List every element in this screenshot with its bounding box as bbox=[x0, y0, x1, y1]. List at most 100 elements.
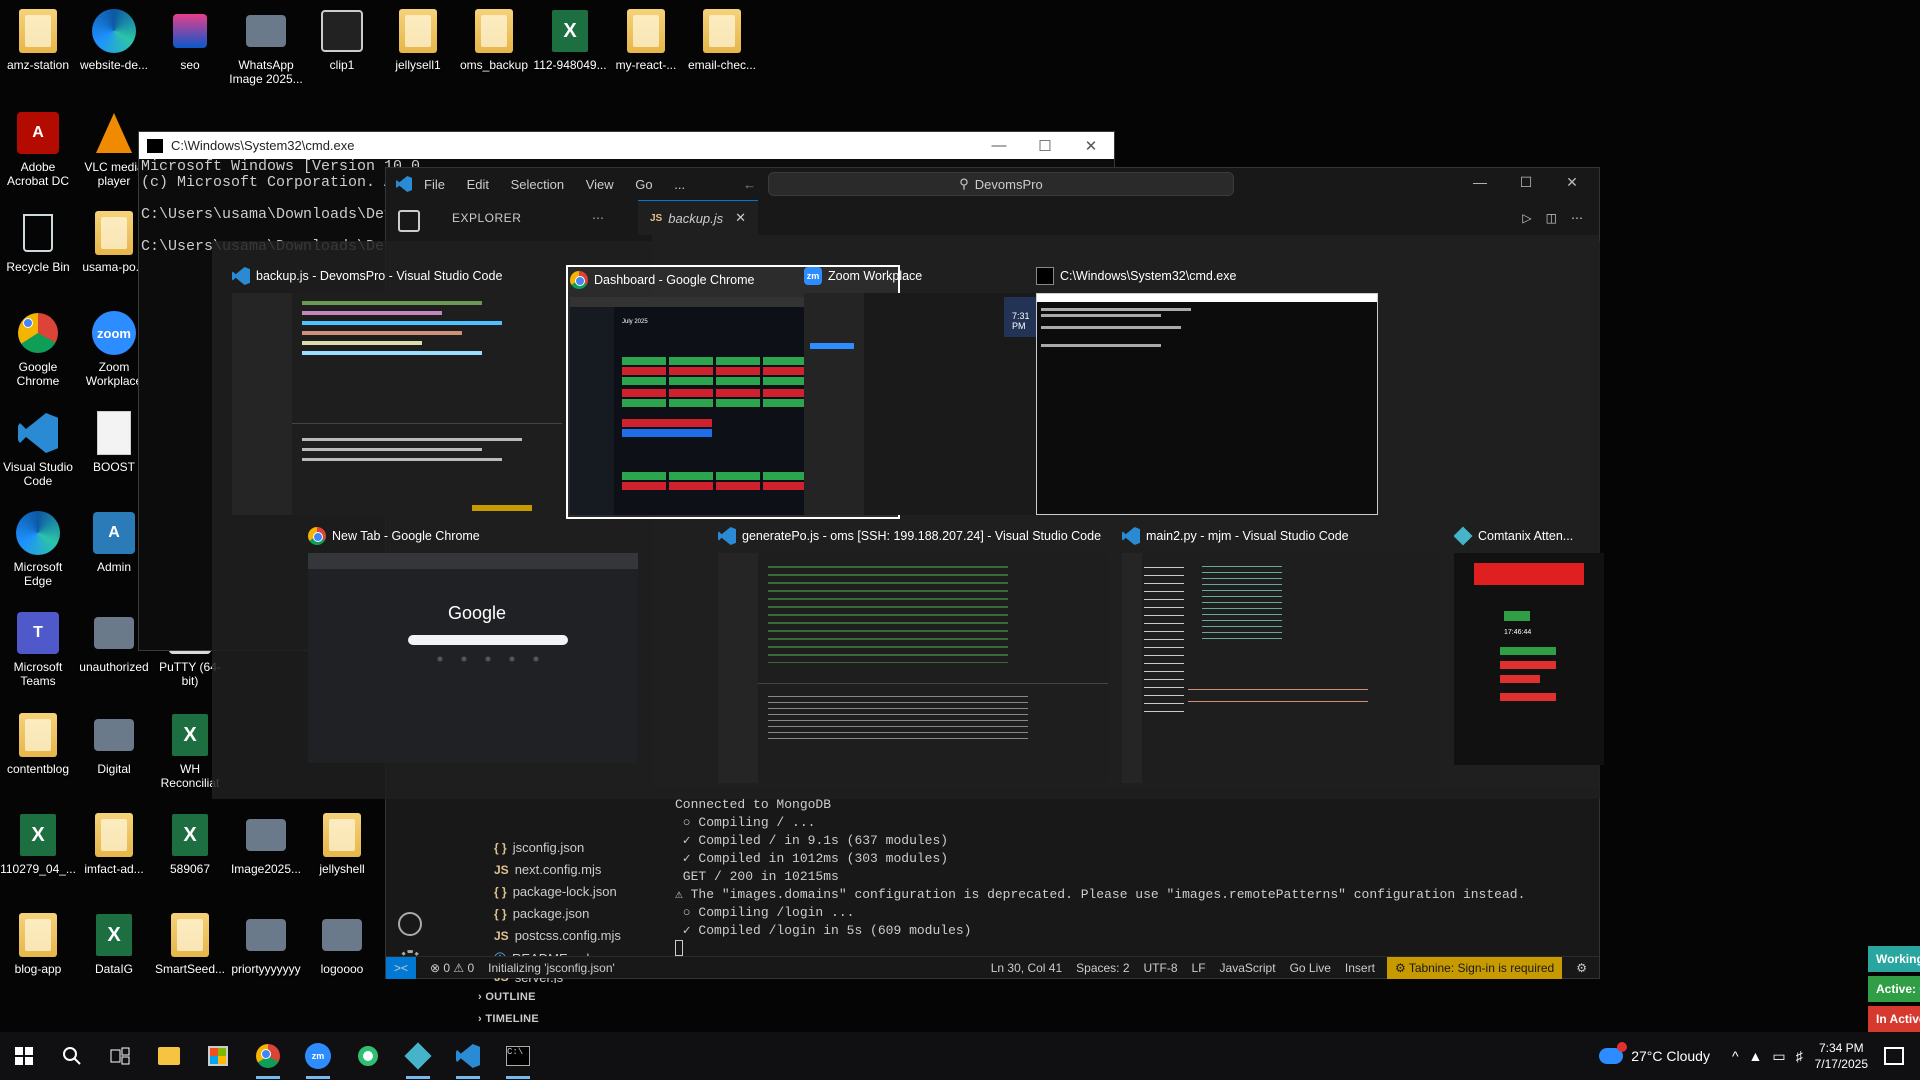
explorer-more-icon[interactable]: ⋯ bbox=[592, 211, 604, 225]
desktop-icon[interactable]: Digital bbox=[76, 712, 152, 776]
task-window[interactable]: backup.js - DevomsPro - Visual Studio Co… bbox=[232, 265, 562, 515]
menu-file[interactable]: File bbox=[424, 177, 445, 192]
command-center-search[interactable]: ⚲ DevomsPro bbox=[768, 172, 1234, 196]
file-item[interactable]: { } package-lock.json bbox=[494, 884, 617, 899]
desktop-icon[interactable]: WhatsApp Image 2025... bbox=[228, 8, 304, 86]
chevron-up-icon[interactable]: ^ bbox=[1732, 1048, 1739, 1064]
desktop-icon[interactable]: seo bbox=[152, 8, 228, 72]
language-mode[interactable]: JavaScript bbox=[1220, 961, 1276, 975]
weather-text[interactable]: 27°C Cloudy bbox=[1631, 1048, 1710, 1064]
task-window[interactable]: Comtanix Atten... 17:46:44 bbox=[1454, 525, 1604, 765]
account-icon[interactable] bbox=[398, 912, 422, 936]
start-icon[interactable] bbox=[8, 1040, 40, 1072]
app-icon[interactable] bbox=[402, 1040, 434, 1079]
run-icon[interactable]: ▷ bbox=[1522, 211, 1531, 225]
task-window[interactable]: main2.py - mjm - Visual Studio Code bbox=[1122, 525, 1440, 783]
menu-edit[interactable]: Edit bbox=[467, 177, 489, 192]
maximize-button[interactable]: ☐ bbox=[1022, 137, 1068, 155]
minimize-button[interactable]: — bbox=[1457, 174, 1503, 191]
desktop-icon[interactable]: Image2025... bbox=[228, 812, 304, 876]
back-arrow-icon[interactable]: ← bbox=[743, 177, 756, 192]
desktop-icon[interactable]: A Adobe Acrobat DC bbox=[0, 110, 76, 188]
desktop-icon[interactable]: email-chec... bbox=[684, 8, 760, 72]
minimize-button[interactable]: — bbox=[976, 137, 1022, 155]
line-ending[interactable]: LF bbox=[1192, 961, 1206, 975]
split-editor-icon[interactable]: ◫ bbox=[1546, 211, 1557, 225]
clock[interactable]: 7:34 PM 7/17/2025 bbox=[1815, 1040, 1868, 1072]
explorer-icon[interactable] bbox=[398, 210, 420, 232]
task-view-icon[interactable] bbox=[104, 1040, 136, 1072]
desktop-icon[interactable]: X 110279_04_... bbox=[0, 812, 76, 876]
task-window[interactable]: New Tab - Google Chrome Google bbox=[308, 525, 638, 763]
search-icon[interactable] bbox=[56, 1040, 88, 1072]
desktop-icon[interactable]: oms_backup bbox=[456, 8, 532, 72]
tabnine-status[interactable]: ⚙ Tabnine: Sign-in is required bbox=[1386, 956, 1563, 979]
menu-go[interactable]: Go bbox=[635, 177, 652, 192]
remote-icon[interactable]: >< bbox=[386, 956, 416, 979]
desktop-icon[interactable]: Google Chrome bbox=[0, 310, 76, 388]
terminal-line: GET / 200 in 10215ms bbox=[675, 869, 839, 884]
desktop-icon[interactable]: contentblog bbox=[0, 712, 76, 776]
editor-more-icon[interactable]: ⋯ bbox=[1571, 211, 1583, 225]
desktop-icon[interactable]: amz-station bbox=[0, 8, 76, 72]
maximize-button[interactable]: ☐ bbox=[1503, 174, 1549, 191]
network-icon[interactable]: ▲ bbox=[1749, 1048, 1763, 1064]
desktop-icon[interactable]: X 589067 bbox=[152, 812, 228, 876]
file-item[interactable]: JS next.config.mjs bbox=[494, 862, 601, 877]
desktop-icon[interactable]: jellyshell bbox=[304, 812, 380, 876]
task-window[interactable]: generatePo.js - oms [SSH: 199.188.207.24… bbox=[718, 525, 1108, 783]
volume-icon[interactable]: ♯ bbox=[1796, 1048, 1803, 1064]
chrome-icon[interactable] bbox=[252, 1040, 284, 1079]
go-live-button[interactable]: Go Live bbox=[1290, 961, 1331, 975]
encoding[interactable]: UTF-8 bbox=[1144, 961, 1178, 975]
cursor-position[interactable]: Ln 30, Col 41 bbox=[991, 961, 1062, 975]
desktop-icon[interactable]: clip1 bbox=[304, 8, 380, 72]
desktop-icon[interactable]: priortyyyyyyy bbox=[228, 912, 304, 976]
desktop-icon[interactable]: T Microsoft Teams bbox=[0, 610, 76, 688]
menu-selection[interactable]: Selection bbox=[511, 177, 564, 192]
desktop-icon[interactable]: imfact-ad... bbox=[76, 812, 152, 876]
weather-icon[interactable] bbox=[1599, 1042, 1628, 1064]
desktop-icon[interactable]: X DataIG bbox=[76, 912, 152, 976]
desktop-icon-label: DataIG bbox=[94, 962, 133, 976]
notifications-icon[interactable]: ⚙ bbox=[1576, 961, 1587, 975]
desktop-icon[interactable]: SmartSeed... bbox=[152, 912, 228, 976]
file-item[interactable]: JS postcss.config.mjs bbox=[494, 928, 621, 943]
desktop-icon[interactable]: Recycle Bin bbox=[0, 210, 76, 274]
terminal-cursor bbox=[675, 940, 683, 956]
vscode-icon[interactable] bbox=[452, 1040, 484, 1079]
task-window[interactable]: zm Zoom Workplace 7:31 PM bbox=[804, 265, 1036, 515]
indentation[interactable]: Spaces: 2 bbox=[1076, 961, 1129, 975]
menu-more[interactable]: ... bbox=[674, 177, 685, 192]
cmd-icon[interactable]: C:\ bbox=[502, 1040, 534, 1079]
file-explorer-icon[interactable] bbox=[153, 1040, 185, 1072]
notification-center-icon[interactable] bbox=[1884, 1047, 1904, 1065]
close-button[interactable]: ✕ bbox=[1068, 137, 1114, 155]
tab-backup-js[interactable]: JS backup.js ✕ bbox=[638, 200, 759, 235]
desktop-icon[interactable]: X 112-948049... bbox=[532, 8, 608, 72]
menu-view[interactable]: View bbox=[586, 177, 614, 192]
close-tab-icon[interactable]: ✕ bbox=[735, 210, 746, 226]
problems-indicator[interactable]: ⊗ 0 ⚠ 0 bbox=[430, 961, 474, 975]
file-item[interactable]: { } package.json bbox=[494, 906, 589, 921]
desktop-icon[interactable]: jellysell1 bbox=[380, 8, 456, 72]
desktop-icon-label: 110279_04_... bbox=[0, 862, 76, 876]
close-button[interactable]: ✕ bbox=[1549, 174, 1595, 191]
file-item[interactable]: { } jsconfig.json bbox=[494, 840, 584, 855]
comtanix-icon[interactable] bbox=[352, 1040, 384, 1072]
desktop-icon[interactable]: blog-app bbox=[0, 912, 76, 976]
outline-section[interactable]: › OUTLINE bbox=[478, 991, 536, 1003]
store-icon[interactable] bbox=[202, 1040, 234, 1072]
timeline-section[interactable]: › TIMELINE bbox=[478, 1013, 539, 1025]
desktop-icon[interactable]: website-de... bbox=[76, 8, 152, 72]
desktop-icon[interactable]: Microsoft Edge bbox=[0, 510, 76, 588]
terminal-panel[interactable]: Connected to MongoDB ○ Compiling / ... ✓… bbox=[652, 788, 1599, 956]
desktop-icon[interactable]: Visual Studio Code bbox=[0, 410, 76, 488]
zoom-icon[interactable]: zm bbox=[302, 1040, 334, 1079]
desktop-icon[interactable]: logoooo bbox=[304, 912, 380, 976]
battery-icon[interactable]: ▭ bbox=[1772, 1048, 1785, 1065]
excel-icon: X bbox=[168, 712, 212, 758]
desktop-icon[interactable]: my-react-... bbox=[608, 8, 684, 72]
task-window[interactable]: C:\Windows\System32\cmd.exe bbox=[1036, 265, 1378, 515]
cmd-titlebar[interactable]: C:\Windows\System32\cmd.exe — ☐ ✕ bbox=[139, 132, 1114, 159]
